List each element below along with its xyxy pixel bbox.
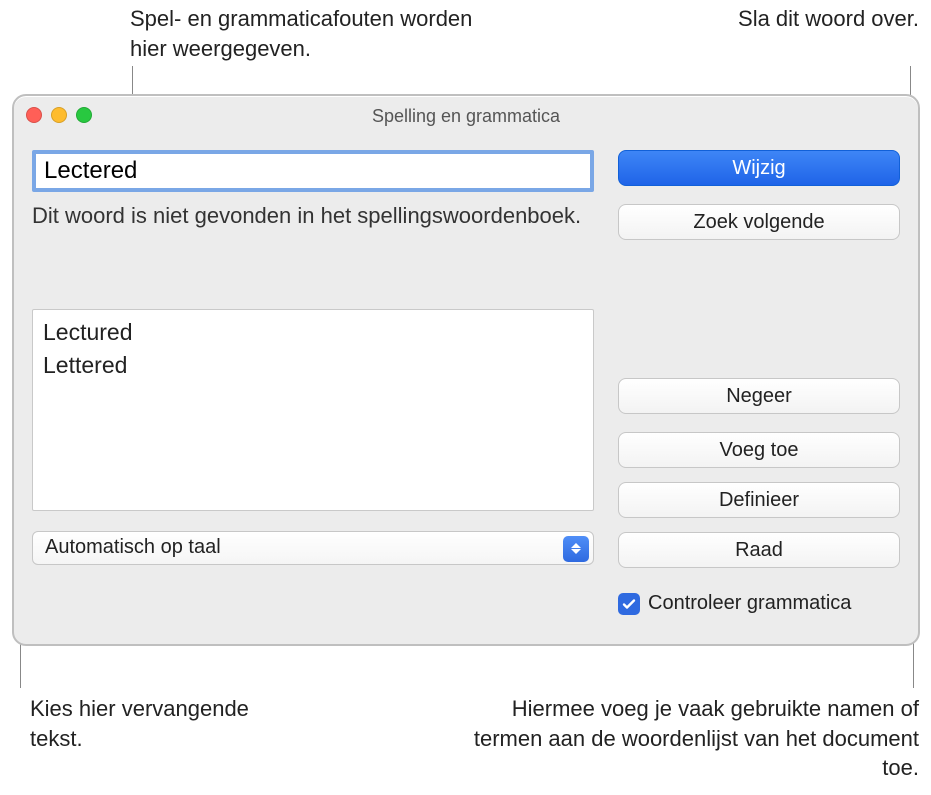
change-button[interactable]: Wijzig: [618, 150, 900, 186]
zoom-icon[interactable]: [76, 107, 92, 123]
learn-button[interactable]: Voeg toe: [618, 432, 900, 468]
checkbox-checked-icon[interactable]: [618, 593, 640, 615]
suggestions-list[interactable]: Lectured Lettered: [32, 309, 594, 511]
check-grammar-label: Controleer grammatica: [648, 592, 851, 615]
list-item[interactable]: Lettered: [43, 349, 583, 382]
check-grammar-row[interactable]: Controleer grammatica: [618, 592, 900, 615]
close-icon[interactable]: [26, 107, 42, 123]
callout-errors-shown: Spel- en grammaticafouten worden hier we…: [130, 4, 490, 63]
ignore-button[interactable]: Negeer: [618, 378, 900, 414]
language-select[interactable]: Automatisch op taal: [32, 531, 594, 565]
language-select-value: Automatisch op taal: [45, 536, 221, 559]
minimize-icon[interactable]: [51, 107, 67, 123]
callout-choose-replacement: Kies hier vervangende tekst.: [30, 694, 290, 753]
find-next-button[interactable]: Zoek volgende: [618, 204, 900, 240]
right-column: Wijzig Zoek volgende Negeer Voeg toe Def…: [618, 150, 900, 615]
guess-button[interactable]: Raad: [618, 532, 900, 568]
window-title: Spelling en grammatica: [14, 106, 918, 127]
window-controls: [26, 107, 92, 123]
misspelled-word-input[interactable]: [32, 150, 594, 192]
left-column: Dit woord is niet gevonden in het spelli…: [32, 150, 594, 615]
titlebar: Spelling en grammatica: [14, 96, 918, 136]
not-found-description: Dit woord is niet gevonden in het spelli…: [32, 202, 594, 231]
spelling-grammar-window: Spelling en grammatica Dit woord is niet…: [12, 94, 920, 646]
callout-add-frequent: Hiermee voeg je vaak gebruikte namen of …: [439, 694, 919, 783]
callout-skip-word: Sla dit woord over.: [699, 4, 919, 34]
list-item[interactable]: Lectured: [43, 316, 583, 349]
chevron-up-down-icon: [563, 536, 589, 562]
define-button[interactable]: Definieer: [618, 482, 900, 518]
